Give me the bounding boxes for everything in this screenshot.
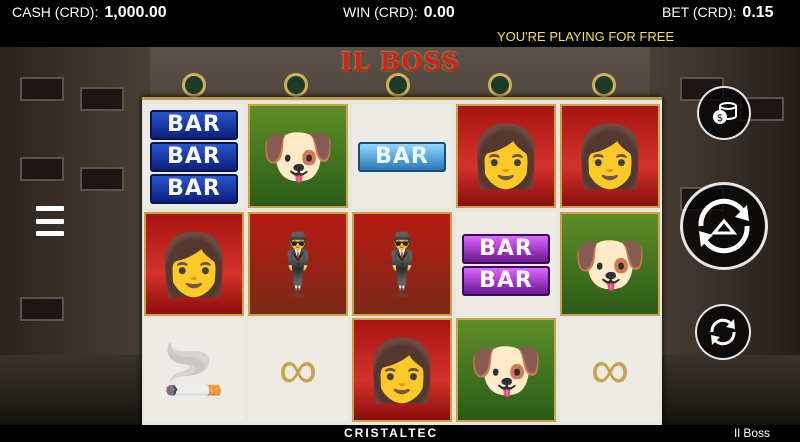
svg-text:$: $ xyxy=(717,113,723,124)
bulldog-icon: 🐶 xyxy=(572,230,648,298)
cash-value: 1,000.00 xyxy=(104,4,167,21)
reel-5: 👩 🐶 ∞ xyxy=(558,100,662,428)
reel-marker-icon xyxy=(182,73,206,97)
game-name: Il Boss xyxy=(733,426,770,440)
reel-marker-icon xyxy=(488,73,512,97)
bar-tile: BAR xyxy=(462,234,550,264)
symbol-bulldog: 🐶 xyxy=(456,318,556,422)
symbol-brass-knuckles: ∞ xyxy=(248,318,348,422)
symbol-bulldog: 🐶 xyxy=(248,104,348,208)
reel-marker-icon xyxy=(386,73,410,97)
coin-stack-icon: $ xyxy=(713,102,737,124)
bulldog-icon: 🐶 xyxy=(260,122,336,190)
bet-value: 0.15 xyxy=(742,4,774,21)
symbol-bar-double: BAR BAR xyxy=(456,212,556,316)
free-play-message: YOU'RE PLAYING FOR FREE xyxy=(497,29,675,44)
bar-tile: BAR xyxy=(358,142,446,172)
symbol-mobster: 🕴 xyxy=(248,212,348,316)
bet-label: BET (CRD): xyxy=(662,4,737,20)
reel-marker-icon xyxy=(592,73,616,97)
autoplay-button[interactable] xyxy=(695,304,751,360)
free-play-banner: YOU'RE PLAYING FOR FREE xyxy=(0,27,800,47)
cash-label: CASH (CRD): xyxy=(12,4,99,20)
symbol-bar-triple: BAR BAR BAR xyxy=(144,104,244,208)
bar-tile: BAR xyxy=(150,142,238,172)
bulldog-icon: 🐶 xyxy=(468,336,544,404)
hamburger-icon xyxy=(36,218,64,224)
mobster-icon: 🕴 xyxy=(260,230,336,298)
spin-arrow-icon xyxy=(698,198,750,254)
bar-tile: BAR xyxy=(150,110,238,140)
spin-button[interactable] xyxy=(680,182,768,270)
bet-settings-button[interactable]: $ xyxy=(697,86,751,140)
symbol-woman: 👩 xyxy=(352,318,452,422)
win-label: WIN (CRD): xyxy=(343,4,418,20)
reel-4: 👩 BAR BAR 🐶 xyxy=(454,100,558,428)
symbol-bar-single: BAR xyxy=(352,104,452,208)
hamburger-icon xyxy=(36,206,64,211)
brass-knuckles-icon: ∞ xyxy=(278,340,318,400)
symbol-cigar: 🚬 xyxy=(144,318,244,422)
cigar-icon: 🚬 xyxy=(162,341,226,398)
symbol-mobster: 🕴 xyxy=(352,212,452,316)
woman-icon: 👩 xyxy=(572,122,648,190)
bar-tile: BAR xyxy=(462,266,550,296)
bar-tile: BAR xyxy=(150,174,238,204)
woman-icon: 👩 xyxy=(156,230,232,298)
building-window xyxy=(80,167,124,191)
win-value: 0.00 xyxy=(423,4,455,21)
symbol-woman: 👩 xyxy=(456,104,556,208)
reel-marker-icon xyxy=(284,73,308,97)
reel-grid: BAR BAR BAR 👩 🚬 🐶 🕴 ∞ BAR 🕴 👩 👩 BAR BAR … xyxy=(142,97,662,428)
building-window xyxy=(20,157,64,181)
symbol-bulldog: 🐶 xyxy=(560,212,660,316)
building-window xyxy=(80,87,124,111)
building-window xyxy=(20,77,64,101)
hamburger-icon xyxy=(36,231,64,236)
autoplay-icon xyxy=(710,318,736,346)
reel-3: BAR 🕴 👩 xyxy=(350,100,454,428)
woman-icon: 👩 xyxy=(364,336,440,404)
symbol-woman: 👩 xyxy=(144,212,244,316)
reel-1: BAR BAR BAR 👩 🚬 xyxy=(142,100,246,428)
bet-display: BET (CRD): 0.15 xyxy=(662,4,774,22)
mobster-icon: 🕴 xyxy=(364,230,440,298)
building-window xyxy=(20,297,64,321)
game-logo: IL BOSS xyxy=(340,47,460,76)
reel-2: 🐶 🕴 ∞ xyxy=(246,100,350,428)
symbol-woman: 👩 xyxy=(560,104,660,208)
brass-knuckles-icon: ∞ xyxy=(590,340,630,400)
symbol-brass-knuckles: ∞ xyxy=(560,318,660,422)
menu-button[interactable] xyxy=(30,198,70,244)
win-display: WIN (CRD): 0.00 xyxy=(343,4,455,22)
woman-icon: 👩 xyxy=(468,122,544,190)
cash-display: CASH (CRD): 1,000.00 xyxy=(12,4,167,22)
top-info-bar: CASH (CRD): 1,000.00 WIN (CRD): 0.00 BET (… xyxy=(0,0,800,27)
footer-bar: CRISTALTEC Il Boss xyxy=(0,425,800,442)
provider-brand: CRISTALTEC xyxy=(344,426,439,440)
